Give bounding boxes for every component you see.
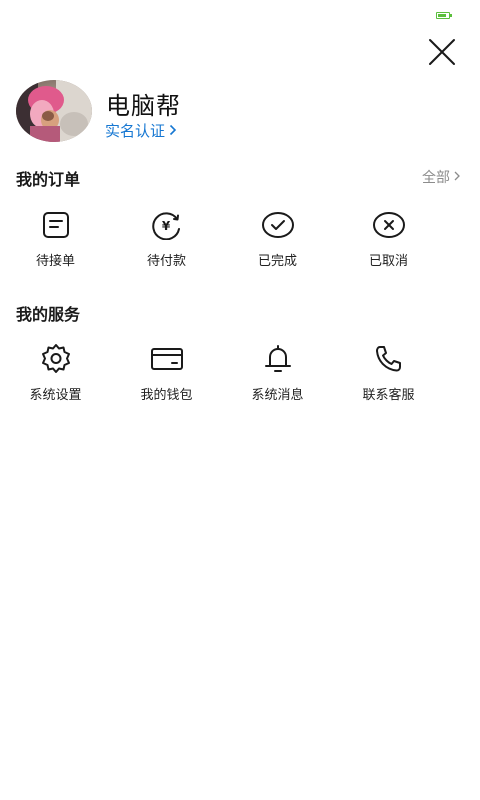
order-completed-label: 已完成 bbox=[257, 254, 297, 269]
status-bar bbox=[0, 0, 480, 30]
bell-icon bbox=[261, 342, 295, 376]
cancel-circle-icon bbox=[372, 208, 406, 242]
orders-grid: 待接单 ¥ 待付款 已完成 已取消 bbox=[0, 208, 444, 278]
services-section-header: 我的服务 bbox=[16, 301, 464, 325]
order-cancelled[interactable]: 已取消 bbox=[333, 208, 444, 278]
orders-see-all-link[interactable]: 全部 bbox=[422, 167, 460, 187]
service-system-settings[interactable]: 系统设置 bbox=[0, 342, 111, 412]
close-icon bbox=[429, 39, 455, 65]
avatar[interactable] bbox=[16, 80, 92, 142]
service-my-wallet[interactable]: 我的钱包 bbox=[111, 342, 222, 412]
order-pending-accept[interactable]: 待接单 bbox=[0, 208, 111, 278]
document-list-icon bbox=[39, 208, 73, 242]
order-pending-accept-label: 待接单 bbox=[35, 254, 75, 269]
order-completed[interactable]: 已完成 bbox=[222, 208, 333, 278]
check-circle-icon bbox=[261, 208, 295, 242]
service-system-messages[interactable]: 系统消息 bbox=[222, 342, 333, 412]
service-customer-support-label: 联系客服 bbox=[362, 388, 415, 403]
service-system-messages-label: 系统消息 bbox=[251, 388, 304, 403]
see-all-label: 全部 bbox=[422, 170, 450, 186]
services-grid: 系统设置 我的钱包 系统消息 联系客服 bbox=[0, 342, 444, 412]
yuan-payment-icon: ¥ bbox=[150, 208, 184, 242]
order-pending-payment-label: 待付款 bbox=[146, 254, 186, 269]
chevron-right-icon bbox=[454, 169, 460, 185]
verify-identity-label: 实名认证 bbox=[105, 122, 166, 140]
service-customer-support[interactable]: 联系客服 bbox=[333, 342, 444, 412]
battery-icon bbox=[436, 12, 452, 19]
gear-icon bbox=[39, 342, 73, 376]
service-system-settings-label: 系统设置 bbox=[29, 388, 82, 403]
avatar-photo bbox=[16, 80, 92, 142]
close-button[interactable] bbox=[426, 36, 458, 68]
profile-header: 电脑帮 实名认证 bbox=[16, 80, 464, 144]
svg-text:¥: ¥ bbox=[161, 219, 170, 233]
services-section-title: 我的服务 bbox=[16, 305, 81, 324]
phone-icon bbox=[372, 342, 406, 376]
order-pending-payment[interactable]: ¥ 待付款 bbox=[111, 208, 222, 278]
service-my-wallet-label: 我的钱包 bbox=[140, 388, 193, 403]
orders-section-title: 我的订单 bbox=[16, 170, 81, 189]
username: 电脑帮 bbox=[106, 92, 181, 120]
chevron-right-icon bbox=[169, 122, 177, 140]
order-cancelled-label: 已取消 bbox=[368, 254, 408, 269]
wallet-card-icon bbox=[150, 342, 184, 376]
orders-section-header: 我的订单 全部 bbox=[16, 166, 464, 190]
profile-menu-screen: 电脑帮 实名认证 我的订单 全部 待接单 ¥ 待付款 已完成 已取消 我的服务 … bbox=[0, 0, 480, 800]
verify-identity-link[interactable]: 实名认证 bbox=[105, 120, 177, 141]
